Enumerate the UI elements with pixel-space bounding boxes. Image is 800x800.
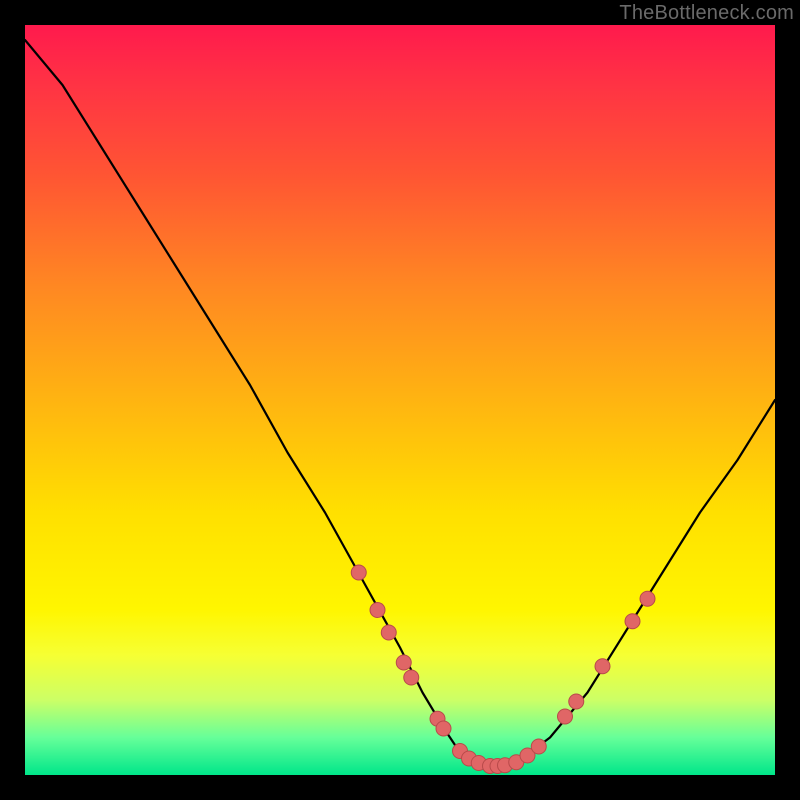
highlight-dot <box>436 721 451 736</box>
highlight-dot <box>404 670 419 685</box>
highlight-dot <box>640 591 655 606</box>
highlight-dot <box>569 694 584 709</box>
highlight-dot <box>595 659 610 674</box>
highlight-dot <box>351 565 366 580</box>
highlight-dot <box>381 625 396 640</box>
curve-svg <box>25 25 775 775</box>
plot-area <box>25 25 775 775</box>
highlight-dot <box>370 603 385 618</box>
highlight-dot <box>531 739 546 754</box>
highlight-dot <box>396 655 411 670</box>
highlight-dot <box>558 709 573 724</box>
highlight-dot <box>625 614 640 629</box>
chart-stage: TheBottleneck.com <box>0 0 800 800</box>
highlight-dots <box>351 565 655 774</box>
attribution-label: TheBottleneck.com <box>619 2 794 25</box>
